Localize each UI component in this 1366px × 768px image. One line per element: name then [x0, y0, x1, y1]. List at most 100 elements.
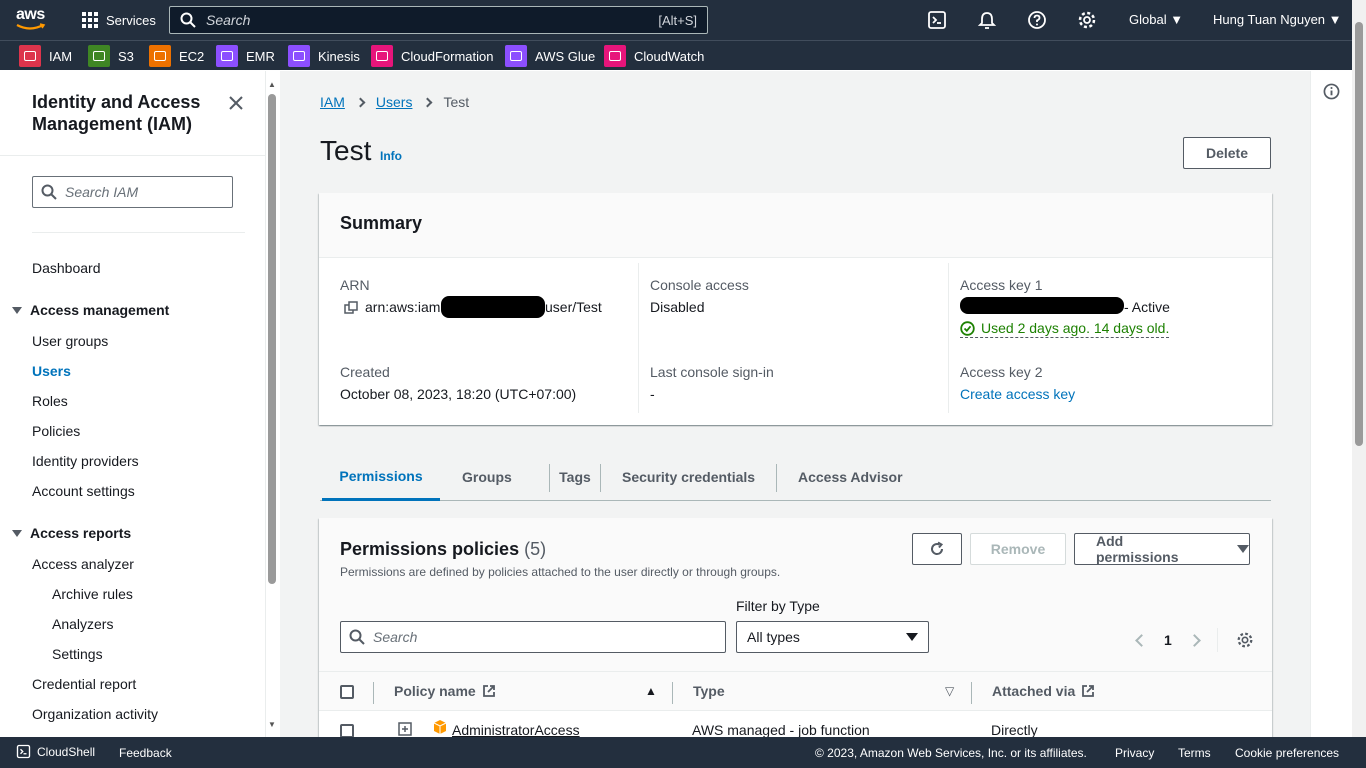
policy-cube-icon — [433, 720, 447, 734]
access-key2-label: Access key 2 — [960, 364, 1043, 380]
sidebar-scrollbar[interactable] — [268, 94, 276, 584]
favorite-ec2[interactable]: EC2 — [149, 44, 204, 68]
divider — [948, 263, 949, 413]
expand-plus-icon[interactable] — [398, 722, 412, 736]
page-scrollbar[interactable] — [1355, 22, 1363, 446]
sidebar-item-settings[interactable]: Settings — [52, 646, 103, 662]
sidebar-item-organization-activity[interactable]: Organization activity — [32, 706, 158, 722]
help-icon[interactable] — [1027, 10, 1047, 30]
sidebar-item-access-analyzer[interactable]: Access analyzer — [32, 556, 134, 572]
favorite-cloudwatch[interactable]: CloudWatch — [604, 44, 704, 68]
region-selector[interactable]: Global ▼ — [1129, 12, 1183, 27]
cloudshell-label: CloudShell — [37, 744, 96, 759]
caret-down-icon — [12, 306, 22, 314]
breadcrumb-iam[interactable]: IAM — [320, 94, 345, 110]
scroll-down-arrow-icon[interactable]: ▼ — [268, 720, 276, 729]
row-checkbox[interactable] — [340, 724, 354, 737]
scroll-up-arrow-icon[interactable]: ▲ — [268, 80, 276, 89]
redacted-account-id — [441, 296, 545, 318]
favorite-s3[interactable]: S3 — [88, 44, 134, 68]
notifications-bell-icon[interactable] — [977, 10, 997, 30]
settings-gear-icon[interactable] — [1077, 10, 1097, 30]
privacy-link[interactable]: Privacy — [1115, 746, 1154, 760]
sidebar-item-roles[interactable]: Roles — [32, 393, 68, 409]
column-attached-via[interactable]: Attached via — [992, 683, 1095, 699]
select-all-checkbox[interactable] — [340, 685, 354, 699]
copy-icon[interactable] — [344, 301, 358, 315]
remove-button[interactable]: Remove — [970, 533, 1066, 565]
favorite-label: CloudFormation — [401, 48, 494, 64]
favorite-iam[interactable]: IAM — [19, 44, 72, 68]
search-icon — [349, 629, 365, 645]
column-policy-name[interactable]: Policy name — [394, 683, 496, 699]
sidebar-item-dashboard[interactable]: Dashboard — [32, 260, 101, 276]
global-search-input[interactable]: Search [Alt+S] — [169, 6, 708, 34]
caret-down-icon: ▼ — [1328, 12, 1342, 27]
ec2-service-icon — [149, 45, 171, 67]
sidebar-search-input[interactable]: Search IAM — [32, 176, 233, 208]
create-access-key-link[interactable]: Create access key — [960, 386, 1075, 402]
chevron-left-icon[interactable] — [1135, 633, 1148, 647]
sidebar-item-account-settings[interactable]: Account settings — [32, 483, 135, 499]
sort-descending-icon[interactable]: ▽ — [945, 684, 954, 698]
tab-permissions[interactable]: Permissions — [322, 453, 440, 501]
favorite-label: S3 — [118, 48, 134, 64]
refresh-button[interactable] — [912, 533, 962, 565]
favorite-label: Kinesis — [318, 48, 360, 64]
terms-link[interactable]: Terms — [1178, 746, 1211, 760]
sidebar-item-user-groups[interactable]: User groups — [32, 333, 108, 349]
sidebar-section-access-reports[interactable]: Access reports — [12, 525, 131, 541]
account-menu[interactable]: Hung Tuan Nguyen ▼ — [1213, 12, 1342, 27]
permissions-header: Permissions policies (5) Permissions are… — [319, 518, 1272, 671]
sidebar-item-policies[interactable]: Policies — [32, 423, 80, 439]
sidebar-item-identity-providers[interactable]: Identity providers — [32, 453, 139, 469]
tab-security-credentials[interactable]: Security credentials — [622, 453, 755, 501]
search-icon — [180, 12, 196, 28]
sidebar-item-archive-rules[interactable]: Archive rules — [52, 586, 133, 602]
kinesis-service-icon — [288, 45, 310, 67]
column-type[interactable]: Type — [693, 683, 725, 699]
add-permissions-button[interactable]: Add permissions — [1074, 533, 1250, 565]
cookie-preferences-link[interactable]: Cookie preferences — [1235, 746, 1339, 760]
table-settings-gear-icon[interactable] — [1236, 631, 1254, 649]
sidebar-item-users[interactable]: Users — [32, 363, 71, 379]
console-access-label: Console access — [650, 277, 749, 293]
created-value: October 08, 2023, 18:20 (UTC+07:00) — [340, 386, 577, 402]
delete-button[interactable]: Delete — [1183, 137, 1271, 169]
close-icon[interactable] — [228, 95, 244, 111]
sidebar-section-access-management[interactable]: Access management — [12, 302, 169, 318]
policy-search-input[interactable]: Search — [340, 621, 726, 653]
favorite-emr[interactable]: EMR — [216, 44, 275, 68]
favorite-cloudformation[interactable]: CloudFormation — [371, 44, 494, 68]
main-content: IAM Users Test Test Info Delete Summary … — [280, 71, 1310, 737]
arn-value-prefix: arn:aws:iam: — [365, 299, 445, 315]
services-menu-button[interactable]: Services — [82, 0, 156, 40]
aws-logo[interactable]: aws — [16, 7, 50, 33]
external-link-icon — [1082, 685, 1095, 697]
cloudshell-footer-button[interactable]: CloudShell — [16, 744, 95, 759]
tab-access-advisor[interactable]: Access Advisor — [798, 453, 903, 501]
tabs: Permissions Groups Tags Security credent… — [320, 453, 1271, 501]
chevron-right-icon[interactable] — [1187, 633, 1201, 647]
cloudshell-icon[interactable] — [927, 10, 947, 30]
summary-header: Summary — [319, 193, 1272, 258]
feedback-link[interactable]: Feedback — [119, 746, 172, 760]
emr-service-icon — [216, 45, 238, 67]
tab-tags[interactable]: Tags — [550, 453, 600, 501]
sidebar-item-analyzers[interactable]: Analyzers — [52, 616, 113, 632]
sort-ascending-icon[interactable]: ▲ — [645, 684, 657, 698]
policy-name-link[interactable]: AdministratorAccess — [452, 722, 580, 737]
sidebar-item-credential-report[interactable]: Credential report — [32, 676, 136, 692]
info-link[interactable]: Info — [380, 149, 402, 163]
pagination: 1 — [1135, 628, 1254, 652]
divider — [638, 263, 639, 413]
filter-type-select[interactable]: All types — [736, 621, 929, 653]
tab-groups[interactable]: Groups — [462, 453, 512, 501]
favorite-kinesis[interactable]: Kinesis — [288, 44, 360, 68]
breadcrumb-users[interactable]: Users — [376, 94, 413, 110]
info-circle-icon[interactable] — [1323, 83, 1340, 100]
page-number[interactable]: 1 — [1164, 632, 1172, 648]
access-key1-usage[interactable]: Used 2 days ago. 14 days old. — [960, 320, 1170, 338]
permissions-title-text: Permissions policies — [340, 539, 520, 559]
favorite-aws-glue[interactable]: AWS Glue — [505, 44, 595, 68]
